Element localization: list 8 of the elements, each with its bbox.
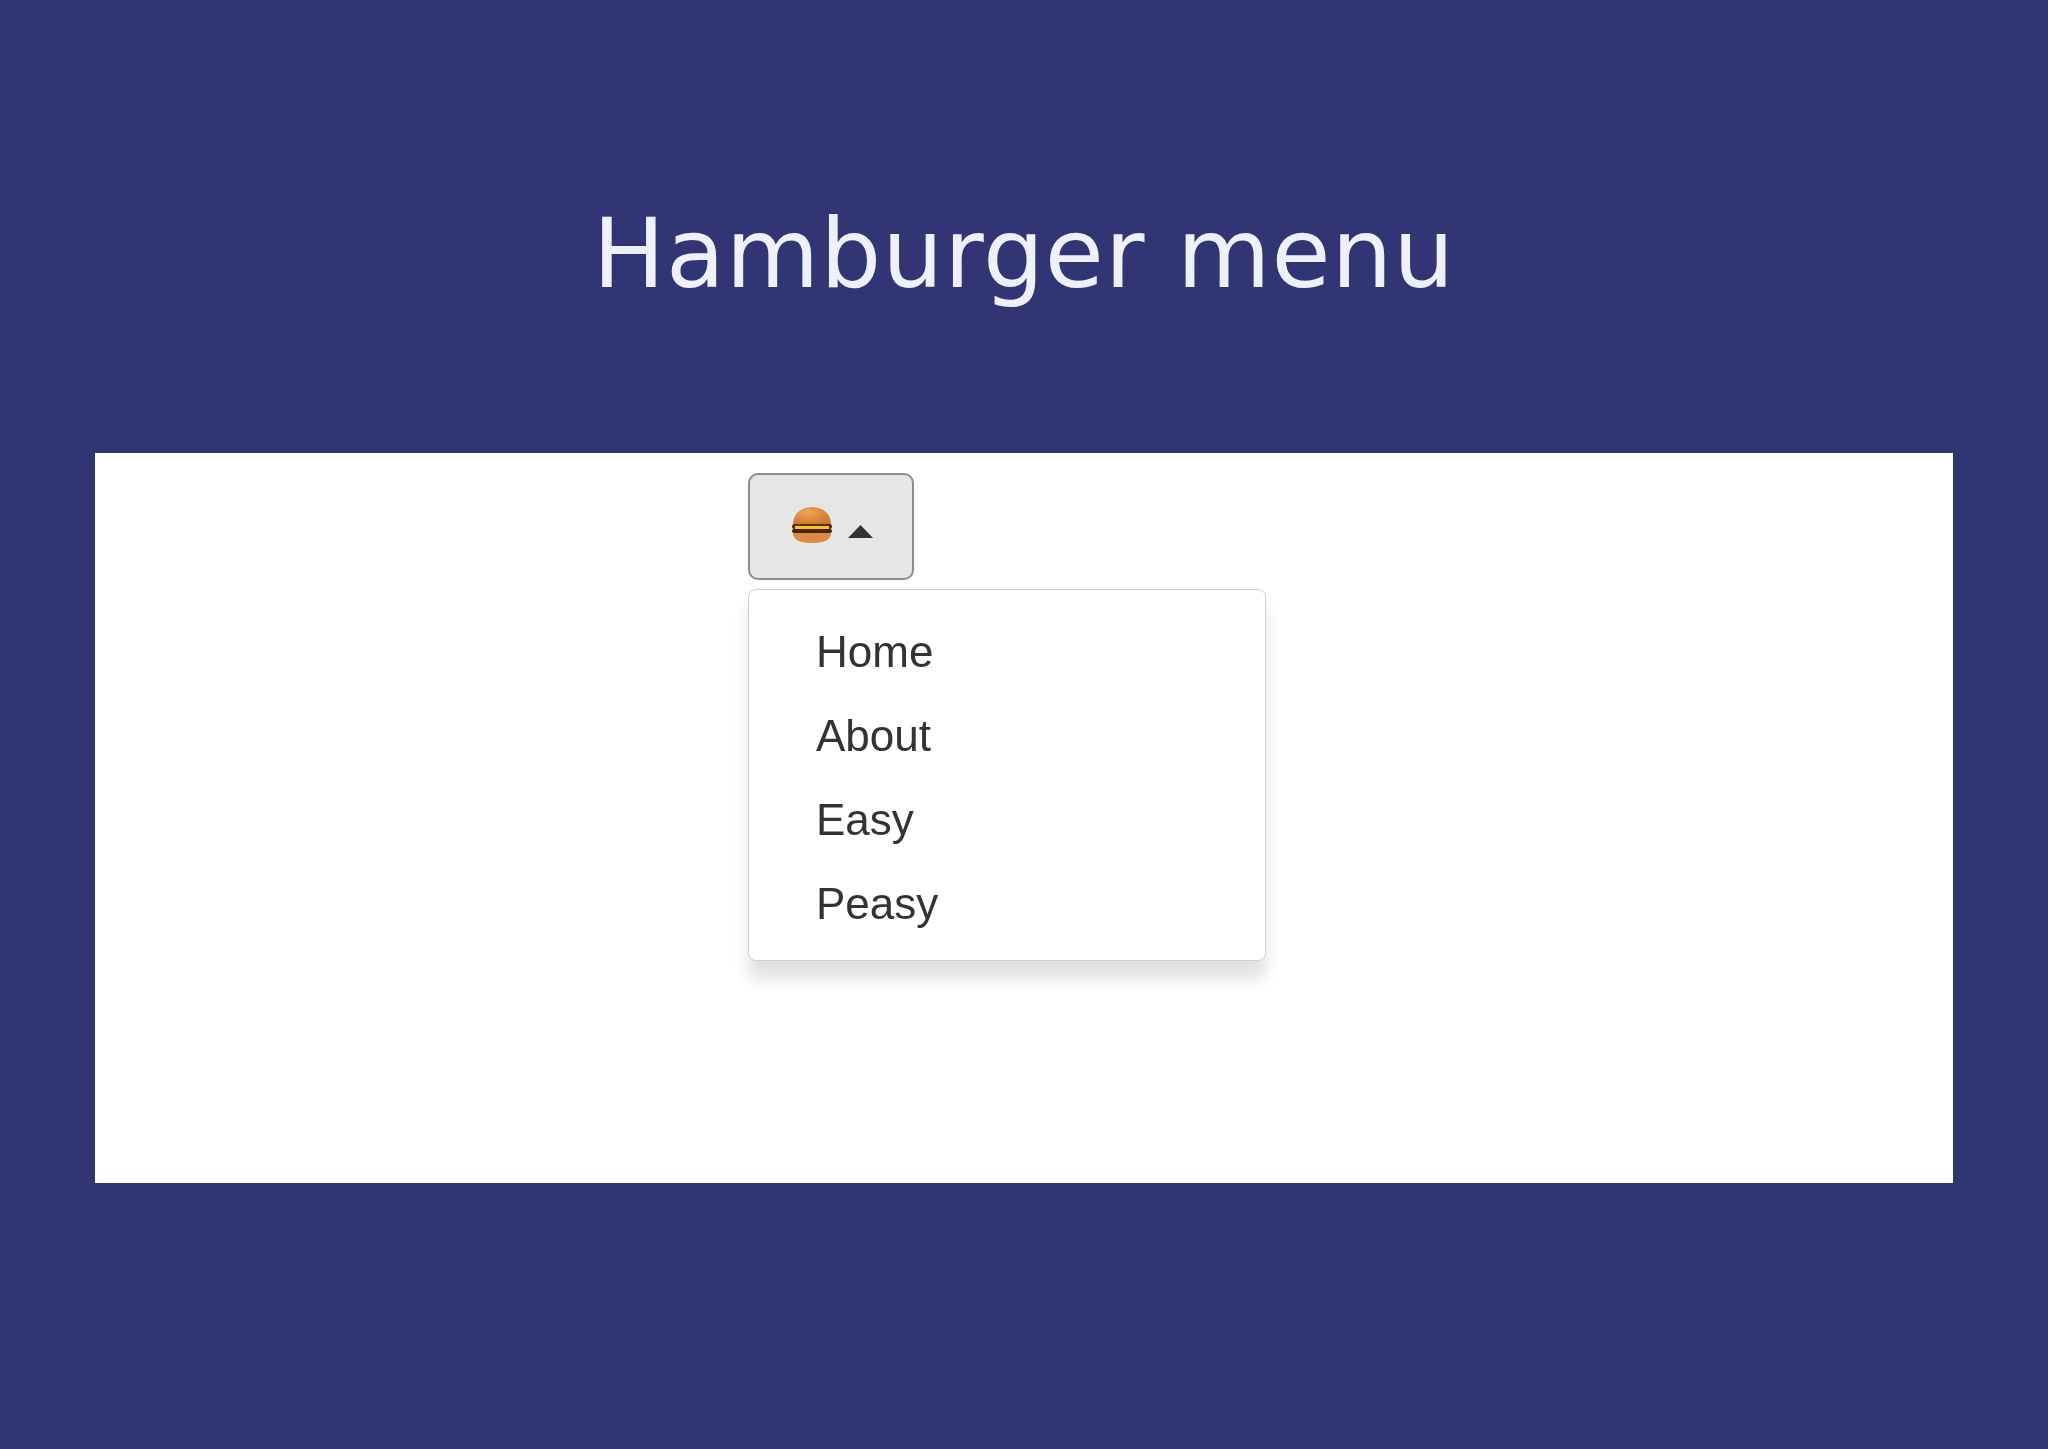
menu-button[interactable] xyxy=(748,473,914,580)
menu-item[interactable]: Easy xyxy=(749,778,1265,862)
burger-icon xyxy=(791,506,833,543)
menu-item[interactable]: About xyxy=(749,694,1265,778)
menu-item[interactable]: Peasy xyxy=(749,862,1265,946)
page-title: Hamburger menu xyxy=(592,198,1456,310)
caret-icon xyxy=(848,525,873,538)
menu-item[interactable]: Home xyxy=(749,610,1265,694)
